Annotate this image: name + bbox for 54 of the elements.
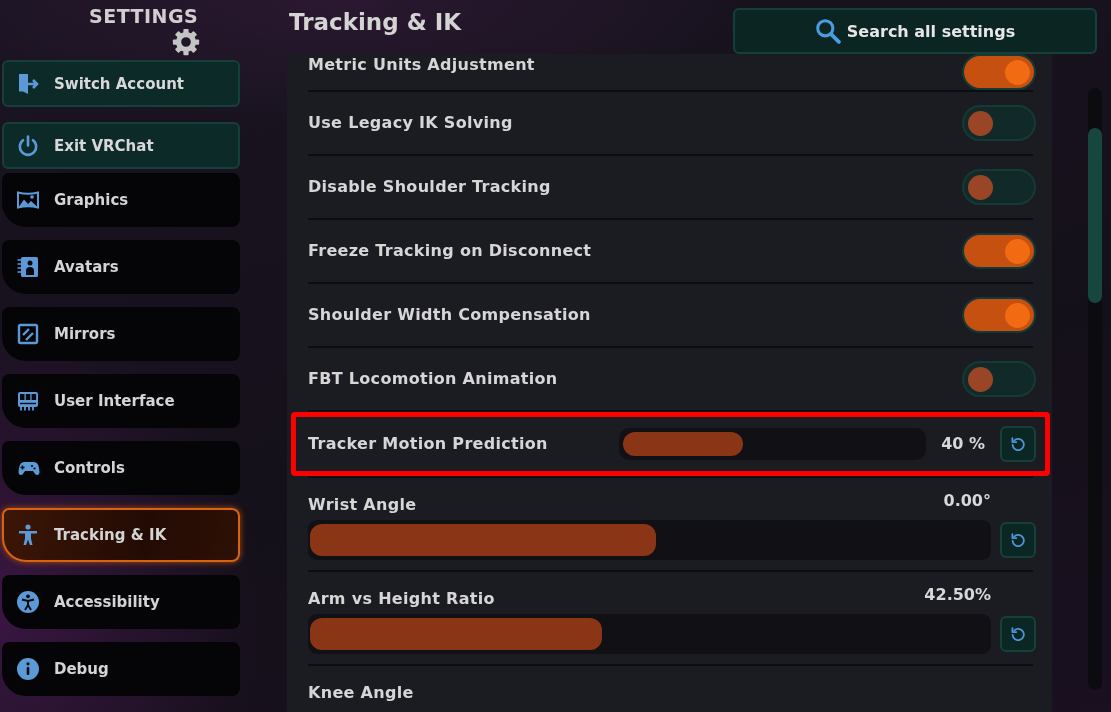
reset-button[interactable] (1000, 426, 1036, 462)
reset-icon (1010, 626, 1026, 642)
setting-label: Use Legacy IK Solving (308, 112, 513, 134)
setting-label: Metric Units Adjustment (308, 54, 535, 76)
nav-item[interactable]: Avatars (2, 240, 240, 294)
reset-icon (1010, 532, 1026, 548)
sidebar-button[interactable]: Exit VRChat (2, 122, 240, 169)
nav-item[interactable]: Mirrors (2, 307, 240, 361)
person-card-icon (16, 255, 40, 279)
nav-item[interactable]: User Interface (2, 374, 240, 428)
toggle-switch[interactable] (962, 169, 1036, 205)
toggle-switch[interactable] (962, 361, 1036, 397)
search-button[interactable]: Search all settings (733, 8, 1097, 54)
panel-grid-icon (16, 389, 40, 413)
page-title: Tracking & IK (289, 8, 462, 37)
search-icon (814, 18, 841, 44)
nav-item[interactable]: Controls (2, 441, 240, 495)
door-arrow-icon (16, 71, 40, 96)
setting-label: Wrist Angle (308, 494, 417, 516)
nav-item[interactable]: Accessibility (2, 575, 240, 629)
slider-track[interactable] (308, 614, 991, 654)
setting-label: Knee Angle (308, 682, 414, 704)
setting-label: Shoulder Width Compensation (308, 304, 591, 326)
nav-item[interactable]: Tracking & IK (2, 508, 240, 562)
setting-label: Arm vs Height Ratio (308, 588, 495, 610)
slider-value: 42.50% (924, 584, 991, 606)
slashed-square-icon (16, 322, 40, 346)
scrollbar-thumb[interactable] (1088, 128, 1102, 303)
settings-icon (172, 28, 200, 56)
info-icon (16, 657, 40, 681)
person-icon (16, 523, 40, 547)
nav-item[interactable]: Debug (2, 642, 240, 696)
slider-value: 0.00° (943, 490, 991, 512)
setting-label: Tracker Motion Prediction (308, 433, 548, 455)
toggle-switch[interactable] (962, 297, 1036, 333)
slider-value: 40 % (941, 433, 985, 455)
toggle-switch[interactable] (962, 54, 1036, 90)
nav-item[interactable]: Graphics (2, 173, 240, 227)
accessibility-icon (16, 590, 40, 614)
landscape-icon (16, 188, 40, 212)
slider-track[interactable] (308, 520, 991, 560)
toggle-switch[interactable] (962, 233, 1036, 269)
setting-label: Freeze Tracking on Disconnect (308, 240, 592, 262)
sidebar-button[interactable]: Switch Account (2, 60, 240, 107)
reset-button[interactable] (1000, 616, 1036, 652)
sidebar-title: SETTINGS (89, 4, 199, 28)
scrollbar-track[interactable] (1088, 88, 1102, 690)
reset-button[interactable] (1000, 522, 1036, 558)
slider-track[interactable] (619, 428, 927, 460)
setting-label: FBT Locomotion Animation (308, 368, 558, 390)
toggle-switch[interactable] (962, 105, 1036, 141)
reset-icon (1010, 436, 1026, 452)
power-icon (16, 133, 40, 158)
setting-label: Disable Shoulder Tracking (308, 176, 551, 198)
